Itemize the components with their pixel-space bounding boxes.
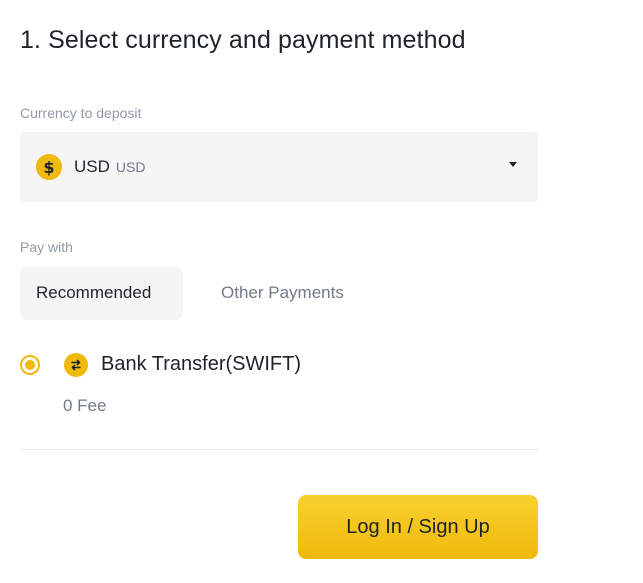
- tab-recommended[interactable]: Recommended: [20, 266, 183, 320]
- dollar-coin-icon: $: [36, 154, 62, 180]
- payment-method-fee: 0 Fee: [63, 396, 107, 415]
- payment-method-name[interactable]: Bank Transfer(SWIFT): [101, 353, 301, 376]
- payment-method-radio[interactable]: [20, 355, 40, 375]
- transfer-arrows-icon: [71, 359, 81, 371]
- login-signup-button[interactable]: Log In / Sign Up: [298, 495, 538, 559]
- page-title: 1. Select currency and payment method: [20, 26, 466, 54]
- caret-down-icon: [509, 162, 517, 167]
- currency-label: Currency to deposit: [20, 105, 142, 121]
- currency-subtitle: USD: [115, 159, 146, 175]
- bank-transfer-icon: [64, 353, 88, 377]
- tab-other-payments[interactable]: Other Payments: [205, 266, 344, 320]
- pay-with-label: Pay with: [20, 239, 73, 255]
- radio-selected-dot: [25, 360, 35, 370]
- currency-code: USD: [74, 157, 110, 176]
- section-divider: [20, 449, 538, 450]
- currency-select[interactable]: $ USD USD: [20, 132, 538, 202]
